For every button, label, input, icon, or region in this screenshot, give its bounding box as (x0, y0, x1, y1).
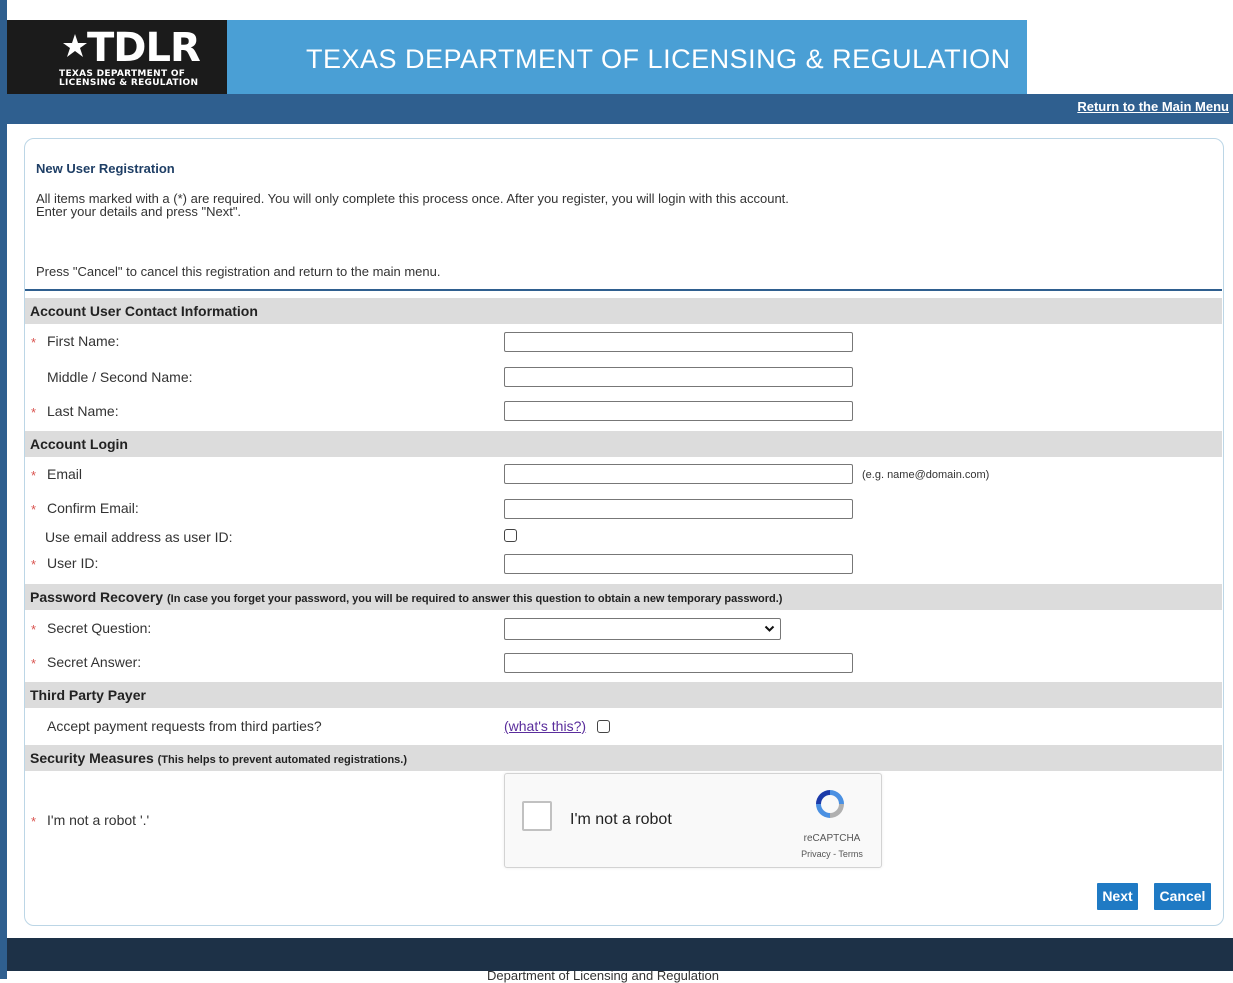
required-marker: * (31, 622, 37, 637)
agency-logo: TDLR TEXAS DEPARTMENT OF LICENSING & REG… (7, 20, 227, 94)
agency-title: TEXAS DEPARTMENT OF LICENSING & REGULATI… (306, 44, 1011, 74)
logo-text: TDLR (87, 25, 201, 71)
confirm-email-input[interactable] (504, 499, 853, 519)
recaptcha-label: I'm not a robot (570, 811, 672, 828)
third-party-label: Accept payment requests from third parti… (47, 718, 322, 734)
user-id-label: User ID: (47, 555, 99, 571)
section-account-login: Account Login (25, 431, 1222, 457)
secret-answer-input[interactable] (504, 653, 853, 673)
footer-text: Department of Licensing and Regulation (487, 968, 719, 983)
section-title: Password Recovery (In case you forget yo… (30, 589, 782, 605)
robot-label: I'm not a robot '.' (47, 812, 150, 828)
confirm-email-label: Confirm Email: (47, 500, 139, 516)
section-title: Account User Contact Information (30, 303, 258, 319)
left-edge-bar (0, 0, 7, 979)
user-id-input[interactable] (504, 554, 853, 574)
cancel-button[interactable]: Cancel (1154, 883, 1211, 910)
required-marker: * (31, 468, 37, 483)
section-security-measures: Security Measures (This helps to prevent… (25, 745, 1222, 771)
section-title-text: Security Measures (30, 750, 154, 766)
next-button[interactable]: Next (1097, 883, 1138, 910)
return-main-menu-link[interactable]: Return to the Main Menu (1077, 99, 1229, 114)
section-note: (This helps to prevent automated registr… (157, 754, 407, 766)
recaptcha-widget: I'm not a robot reCAPTCHA Privacy - Term… (504, 773, 882, 868)
required-marker: * (31, 656, 37, 671)
logo-subtext: TEXAS DEPARTMENT OF LICENSING & REGULATI… (59, 69, 199, 88)
section-note: (In case you forget your password, you w… (166, 593, 783, 605)
last-name-input[interactable] (504, 401, 853, 421)
email-hint: (e.g. name@domain.com) (862, 469, 990, 481)
section-title-text: Password Recovery (30, 589, 164, 605)
required-marker: * (31, 557, 37, 572)
recaptcha-links[interactable]: Privacy - Terms (797, 849, 867, 859)
last-name-label: Last Name: (47, 403, 119, 419)
required-marker: * (31, 335, 37, 350)
email-input[interactable] (504, 464, 853, 484)
middle-name-label: Middle / Second Name: (47, 369, 193, 385)
section-title: Account Login (30, 436, 128, 452)
first-name-input[interactable] (504, 332, 853, 352)
middle-name-input[interactable] (504, 367, 853, 387)
secret-answer-label: Secret Answer: (47, 654, 142, 670)
required-marker: * (31, 814, 37, 829)
section-third-party-payer: Third Party Payer (25, 682, 1222, 708)
whats-this-link[interactable]: (what's this?) (504, 718, 586, 734)
nav-bar: Return to the Main Menu (7, 94, 1233, 124)
section-password-recovery: Password Recovery (In case you forget yo… (25, 584, 1222, 610)
intro-line-2: Enter your details and press "Next". (36, 204, 242, 219)
recaptcha-brand: reCAPTCHA (803, 833, 861, 844)
recaptcha-checkbox[interactable] (522, 801, 552, 831)
divider (25, 289, 1222, 291)
intro-text: All items marked with a (*) are required… (36, 192, 789, 218)
section-contact-info: Account User Contact Information (25, 298, 1222, 324)
email-label: Email (47, 466, 83, 482)
required-marker: * (31, 405, 37, 420)
section-title: Security Measures (This helps to prevent… (30, 750, 407, 766)
chevron-down-icon (764, 625, 775, 632)
use-email-as-id-label: Use email address as user ID: (45, 529, 233, 545)
section-title: Third Party Payer (30, 687, 146, 703)
secret-question-select[interactable] (504, 618, 781, 640)
texas-star-icon (63, 34, 87, 57)
footer: Department of Licensing and Regulation (7, 938, 1233, 983)
third-party-checkbox[interactable] (597, 720, 610, 733)
recaptcha-icon (816, 790, 844, 818)
secret-question-label: Secret Question: (47, 620, 152, 636)
first-name-label: First Name: (47, 333, 120, 349)
use-email-as-id-checkbox[interactable] (504, 529, 517, 542)
required-marker: * (31, 502, 37, 517)
cancel-note: Press "Cancel" to cancel this registrati… (36, 264, 441, 279)
page-title: New User Registration (36, 161, 175, 176)
